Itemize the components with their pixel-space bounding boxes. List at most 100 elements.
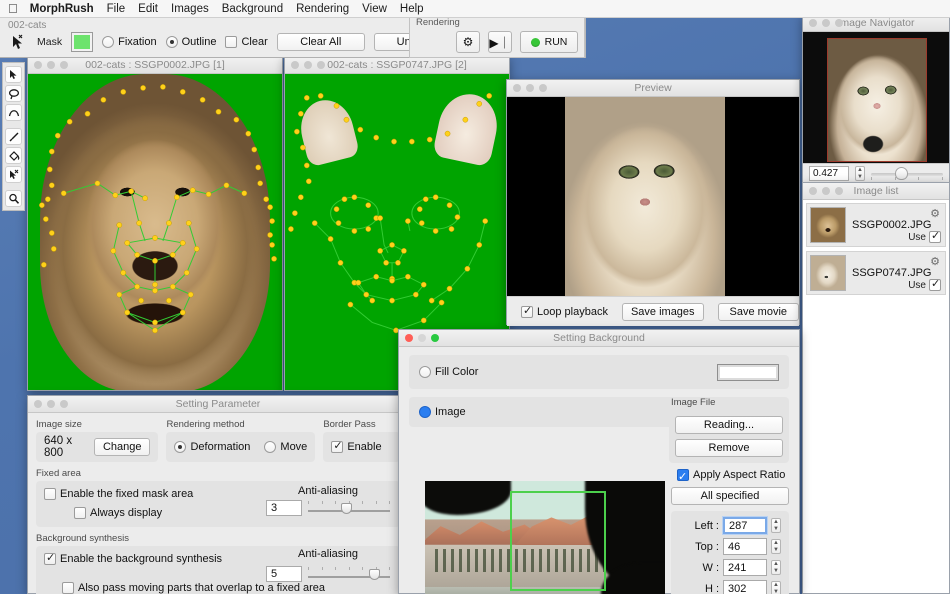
menu-item-file[interactable]: File <box>107 3 126 15</box>
menu-item-images[interactable]: Images <box>171 3 209 15</box>
mask-label: Mask <box>37 36 62 48</box>
clear-checkbox[interactable]: Clear <box>225 36 267 48</box>
navigator-thumbnail[interactable] <box>827 38 927 162</box>
window-lights-lion[interactable] <box>34 61 68 69</box>
crop-selection-rectangle[interactable] <box>510 491 606 591</box>
zoom-value-input[interactable]: 0.427 <box>809 166 849 181</box>
remove-button[interactable]: Remove <box>675 439 783 457</box>
coord-stepper-width[interactable]: ▲▼ <box>771 560 781 575</box>
always-display-label: Always display <box>90 507 162 519</box>
run-button[interactable]: RUN <box>520 31 578 53</box>
menu-item-help[interactable]: Help <box>400 3 424 15</box>
apply-aspect-ratio-checkbox[interactable]: Apply Aspect Ratio <box>677 469 789 481</box>
lasso-icon[interactable] <box>5 85 22 102</box>
background-image-preview[interactable] <box>425 481 665 594</box>
coord-input-left[interactable]: 287 <box>723 517 767 534</box>
use-label: Use <box>908 280 926 291</box>
border-pass-enable-checkbox[interactable]: Enable <box>331 441 381 453</box>
setting-parameter-window[interactable]: Setting Parameter Image size 640 x 800 C… <box>27 395 409 594</box>
crop-controls: Apply Aspect Ratio All specified Left : … <box>671 469 789 594</box>
titlebar-setting-parameter[interactable]: Setting Parameter <box>28 396 408 413</box>
fixed-mask-box <box>44 488 56 500</box>
menu-item-edit[interactable]: Edit <box>138 3 158 15</box>
coord-stepper-height[interactable]: ▲▼ <box>771 581 781 594</box>
apple-logo-icon[interactable]:  <box>8 2 18 15</box>
play-frame-icon[interactable]: ▶｜ <box>488 31 512 53</box>
list-item[interactable]: SSGP0747.JPG ⚙ Use <box>806 251 946 295</box>
gear-icon[interactable]: ⚙ <box>930 207 940 220</box>
fixed-anti-aliasing-value[interactable]: 3 <box>266 500 302 516</box>
all-specified-button[interactable]: All specified <box>671 487 789 505</box>
preview-window[interactable]: Preview Loop playback Save images Save m… <box>506 79 800 325</box>
mask-brush-icon[interactable] <box>5 166 22 183</box>
coord-stepper-top[interactable]: ▲▼ <box>771 539 781 554</box>
image-radio[interactable]: Image <box>419 406 466 418</box>
menu-item-rendering[interactable]: Rendering <box>296 3 349 15</box>
fixation-radio-dot <box>102 36 114 48</box>
clear-all-button[interactable]: Clear All <box>277 33 365 51</box>
loop-playback-checkbox[interactable]: Loop playback <box>521 306 608 318</box>
setting-background-window[interactable]: Setting Background Fill Color Image <box>398 329 800 594</box>
coord-input-top[interactable]: 46 <box>723 538 767 555</box>
fixed-aa-knob[interactable] <box>341 503 352 514</box>
deformation-radio[interactable]: Deformation <box>174 441 250 453</box>
fill-color-radio[interactable]: Fill Color <box>419 366 478 378</box>
eyedropper-icon[interactable] <box>5 128 22 145</box>
curve-pen-icon[interactable] <box>5 104 22 121</box>
coord-stepper-left[interactable]: ▲▼ <box>771 518 781 533</box>
image-file-group: Image File Reading... Remove <box>669 397 789 463</box>
reading-button[interactable]: Reading... <box>675 416 783 434</box>
navigator-canvas[interactable] <box>803 32 949 163</box>
lion-canvas[interactable] <box>28 74 282 390</box>
window-lights-cat[interactable] <box>291 61 325 69</box>
gear-icon[interactable]: ⚙ <box>930 255 940 268</box>
fixed-anti-aliasing-slider[interactable] <box>308 501 390 515</box>
titlebar-cat[interactable]: 002-cats : SSGP0747.JPG [2] <box>285 57 509 74</box>
change-size-button[interactable]: Change <box>94 438 151 456</box>
fixation-radio[interactable]: Fixation <box>102 36 157 48</box>
magnifier-icon[interactable] <box>5 190 22 207</box>
window-lights-image-list[interactable] <box>809 187 843 195</box>
preview-canvas[interactable] <box>507 97 799 296</box>
list-item[interactable]: SSGP0002.JPG ⚙ Use <box>806 203 946 247</box>
titlebar-preview[interactable]: Preview <box>507 80 799 97</box>
image-window-lion[interactable]: 002-cats : SSGP0002.JPG [1] <box>27 56 283 391</box>
coord-input-height[interactable]: 302 <box>723 580 767 594</box>
overlap-checkbox[interactable]: Also pass moving parts that overlap to a… <box>62 582 392 594</box>
titlebar-image-list[interactable]: Image list <box>803 183 949 200</box>
zoom-stepper[interactable]: ▲▼ <box>855 166 865 181</box>
mask-pointer-icon[interactable] <box>8 32 28 52</box>
image-list-window[interactable]: Image list SSGP0002.JPG ⚙ Use SSGP0747.J… <box>802 182 950 594</box>
menu-item-background[interactable]: Background <box>222 3 283 15</box>
arrow-select-icon[interactable] <box>5 66 22 83</box>
bg-aa-knob[interactable] <box>369 569 380 580</box>
rendering-caption: Rendering <box>416 17 460 28</box>
save-images-button[interactable]: Save images <box>622 303 704 321</box>
outline-radio[interactable]: Outline <box>166 36 217 48</box>
menu-item-morphrush[interactable]: MorphRush <box>30 3 94 15</box>
zoom-slider[interactable] <box>871 166 943 181</box>
bg-anti-aliasing-slider[interactable] <box>308 567 390 581</box>
titlebar-setting-background[interactable]: Setting Background <box>399 330 799 347</box>
window-lights-navigator[interactable] <box>809 19 843 27</box>
move-radio[interactable]: Move <box>264 441 307 453</box>
coord-input-width[interactable]: 241 <box>723 559 767 576</box>
image-navigator-window[interactable]: Image Navigator 0.427 ▲▼ <box>802 14 950 182</box>
move-radio-dot <box>264 441 276 453</box>
paint-bucket-icon[interactable] <box>5 147 22 164</box>
titlebar-lion[interactable]: 002-cats : SSGP0002.JPG [1] <box>28 57 282 74</box>
use-toggle[interactable]: Use <box>908 231 941 243</box>
mask-color-swatch[interactable] <box>71 32 93 52</box>
image-radio-dot <box>419 406 431 418</box>
fill-color-section: Fill Color <box>409 355 789 389</box>
fill-color-well[interactable] <box>717 364 779 381</box>
list-thumbnail <box>810 207 846 243</box>
menu-item-view[interactable]: View <box>362 3 387 15</box>
window-lights-preview[interactable] <box>513 84 547 92</box>
save-movie-button[interactable]: Save movie <box>718 303 799 321</box>
gear-icon[interactable]: ⚙ <box>456 31 480 53</box>
bg-anti-aliasing-value[interactable]: 5 <box>266 566 302 582</box>
window-lights-setting-background[interactable] <box>405 334 439 342</box>
use-toggle[interactable]: Use <box>908 279 941 291</box>
window-lights-setting-parameter[interactable] <box>34 400 68 408</box>
